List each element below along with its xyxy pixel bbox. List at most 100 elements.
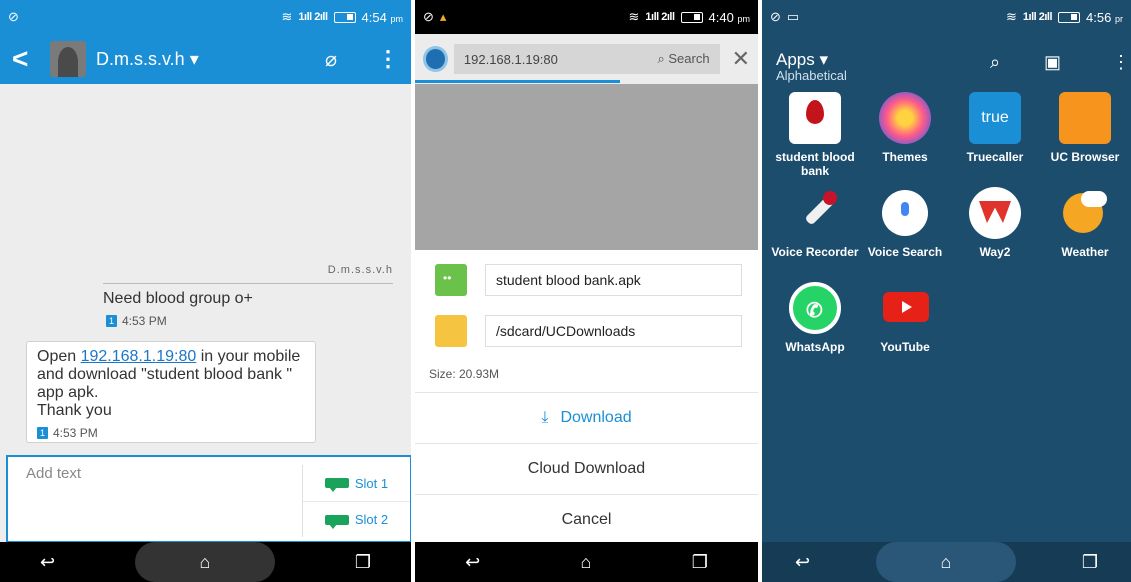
send-message-icon — [324, 514, 349, 529]
site-globe-icon — [423, 46, 448, 72]
status-bar: ⊘ ≋ 1ıll 2ıll 4:54 pm — [0, 0, 411, 34]
uc-browser-icon — [1059, 92, 1111, 144]
page-load-progress — [415, 80, 620, 83]
send-slots: Slot 1 Slot 2 — [302, 465, 410, 537]
status-clock: 4:56 pr — [1086, 9, 1123, 25]
app-truecaller[interactable]: true Truecaller — [950, 92, 1040, 164]
recents-nav-icon[interactable]: ❐ — [692, 552, 708, 573]
search-button[interactable]: ⌕ Search — [657, 51, 709, 67]
message-composer[interactable]: Add text Slot 1 Slot 2 — [6, 455, 411, 543]
conversation-toolbar: < D.m.s.s.v.h ▾ ⌀ ⋮ — [0, 34, 411, 84]
home-nav-icon[interactable]: ⌂ — [875, 542, 1016, 582]
overflow-menu-icon[interactable]: ⋮ — [377, 46, 399, 72]
system-nav-bar: ↩ ⌂ ❐ — [762, 542, 1131, 582]
cloud-download-button[interactable]: Cloud Download — [415, 443, 758, 493]
divider — [103, 283, 393, 284]
status-clock: 4:40 pm — [708, 9, 750, 25]
app-way2[interactable]: Way2 — [950, 187, 1040, 259]
contact-name-dropdown[interactable]: D.m.s.s.v.h ▾ — [96, 49, 199, 70]
system-nav-bar: ↩ ⌂ ❐ — [0, 542, 411, 582]
file-name-field[interactable]: student blood bank.apk — [485, 264, 742, 296]
app-whatsapp[interactable]: ✆ WhatsApp — [770, 282, 860, 354]
back-nav-icon[interactable]: ↩ — [40, 552, 55, 573]
incoming-message-time: 1 4:53 PM — [106, 314, 167, 328]
back-nav-icon[interactable]: ↩ — [465, 552, 480, 573]
sender-label: D.m.s.s.v.h — [327, 264, 393, 276]
battery-icon — [333, 11, 356, 23]
recents-nav-icon[interactable]: ❐ — [1082, 552, 1098, 573]
voice-search-icon — [882, 190, 928, 236]
notification-icon: ⊘ — [8, 9, 19, 24]
download-icon: ⤓ — [541, 408, 549, 426]
status-clock: 4:54 pm — [361, 9, 403, 25]
url-field[interactable]: 192.168.1.19:80 ⌕ Search — [453, 44, 720, 74]
browser-address-bar: 192.168.1.19:80 ⌕ Search ✕ — [415, 34, 758, 84]
download-dialog: student blood bank.apk /sdcard/UCDownloa… — [415, 250, 758, 542]
back-nav-icon[interactable]: ↩ — [795, 552, 810, 573]
attachment-icon[interactable]: ⌀ — [325, 47, 337, 72]
notification-icon: ⊘ — [423, 9, 434, 24]
wifi-icon: ≋ — [1006, 9, 1017, 24]
blood-drop-icon — [789, 92, 841, 144]
status-bar: ⊘ ▴ ≋ 1ıll 2ıll 4:40 pm — [415, 0, 758, 34]
avatar[interactable] — [50, 41, 86, 77]
way2-icon — [969, 187, 1021, 239]
home-nav-icon[interactable]: ⌂ — [581, 552, 592, 573]
message-link[interactable]: 192.168.1.19:80 — [81, 348, 197, 365]
file-name-row: student blood bank.apk — [435, 264, 742, 296]
status-bar: ⊘ ▭ ≋ 1ıll 2ıll 4:56 pr — [762, 0, 1131, 34]
signal-icon: 1ıll 2ıll — [1022, 11, 1053, 23]
wifi-icon: ≋ — [628, 9, 640, 24]
outgoing-message-time: 1 4:53 PM — [37, 424, 305, 442]
apps-sort-dropdown[interactable]: Apps ▾ — [776, 50, 828, 70]
close-icon[interactable]: ✕ — [732, 46, 750, 72]
outgoing-message-text: Open 192.168.1.19:80 in your mobile and … — [37, 348, 301, 401]
play-store-icon[interactable]: ▣ — [1044, 52, 1061, 73]
send-slot1-button[interactable]: Slot 1 — [303, 465, 410, 501]
screenshot-notification-icon: ▭ — [786, 9, 800, 24]
search-icon[interactable]: ⌕ — [990, 52, 1000, 73]
app-voice-search[interactable]: Voice Search — [860, 187, 950, 259]
app-voice-recorder[interactable]: Voice Recorder — [770, 187, 860, 259]
microphone-icon — [789, 187, 841, 239]
screenshot-root: ⊘ ≋ 1ıll 2ıll 4:54 pm < D.m.s.s.v.h ▾ ⌀ … — [0, 0, 1131, 582]
android-apk-icon — [435, 264, 467, 296]
send-slot2-button[interactable]: Slot 2 — [303, 501, 410, 537]
outgoing-message-bubble[interactable]: Open 192.168.1.19:80 in your mobile and … — [26, 341, 316, 443]
app-themes[interactable]: Themes — [860, 92, 950, 164]
recents-nav-icon[interactable]: ❐ — [355, 552, 371, 573]
cancel-button[interactable]: Cancel — [415, 494, 758, 544]
folder-row: /sdcard/UCDownloads — [435, 315, 742, 347]
truecaller-icon: true — [969, 92, 1021, 144]
incoming-message-text: Need blood group o+ — [103, 290, 253, 307]
folder-path-field[interactable]: /sdcard/UCDownloads — [485, 315, 742, 347]
home-nav-icon[interactable]: ⌂ — [134, 542, 275, 582]
weather-icon — [1059, 187, 1111, 239]
apps-sort-label: Alphabetical — [776, 68, 847, 83]
app-drawer-screen: ⊘ ▭ ≋ 1ıll 2ıll 4:56 pr Apps ▾ Alphabeti… — [762, 0, 1131, 582]
battery-icon — [680, 11, 703, 23]
overflow-menu-icon[interactable]: ⋮ — [1112, 52, 1130, 73]
app-youtube[interactable]: YouTube — [860, 282, 950, 354]
back-arrow-icon[interactable]: < — [12, 43, 42, 75]
battery-icon — [1058, 11, 1081, 23]
folder-icon — [435, 315, 467, 347]
send-message-icon — [324, 478, 349, 492]
app-student-blood-bank[interactable]: student blood bank — [770, 92, 860, 178]
download-notification-icon: ▴ — [439, 9, 447, 24]
app-uc-browser[interactable]: UC Browser — [1040, 92, 1130, 164]
youtube-icon — [879, 282, 931, 334]
messaging-screen: ⊘ ≋ 1ıll 2ıll 4:54 pm < D.m.s.s.v.h ▾ ⌀ … — [0, 0, 411, 582]
system-nav-bar: ↩ ⌂ ❐ — [415, 542, 758, 582]
themes-icon — [879, 92, 931, 144]
app-weather[interactable]: Weather — [1040, 187, 1130, 259]
download-button[interactable]: ⤓ Download — [415, 392, 758, 442]
sim-badge-icon: 1 — [106, 315, 117, 327]
whatsapp-icon: ✆ — [789, 282, 841, 334]
signal-icon: 1ıll 2ıll — [645, 11, 675, 23]
composer-input[interactable]: Add text — [26, 465, 81, 482]
browser-download-screen: ⊘ ▴ ≋ 1ıll 2ıll 4:40 pm 192.168.1.19:80 … — [415, 0, 758, 582]
app-drawer-toolbar: Apps ▾ Alphabetical ⌕ ▣ ⋮ — [762, 34, 1131, 86]
file-size: Size: 20.93M — [429, 367, 500, 381]
outgoing-thanks-text: Thank you — [37, 402, 112, 419]
